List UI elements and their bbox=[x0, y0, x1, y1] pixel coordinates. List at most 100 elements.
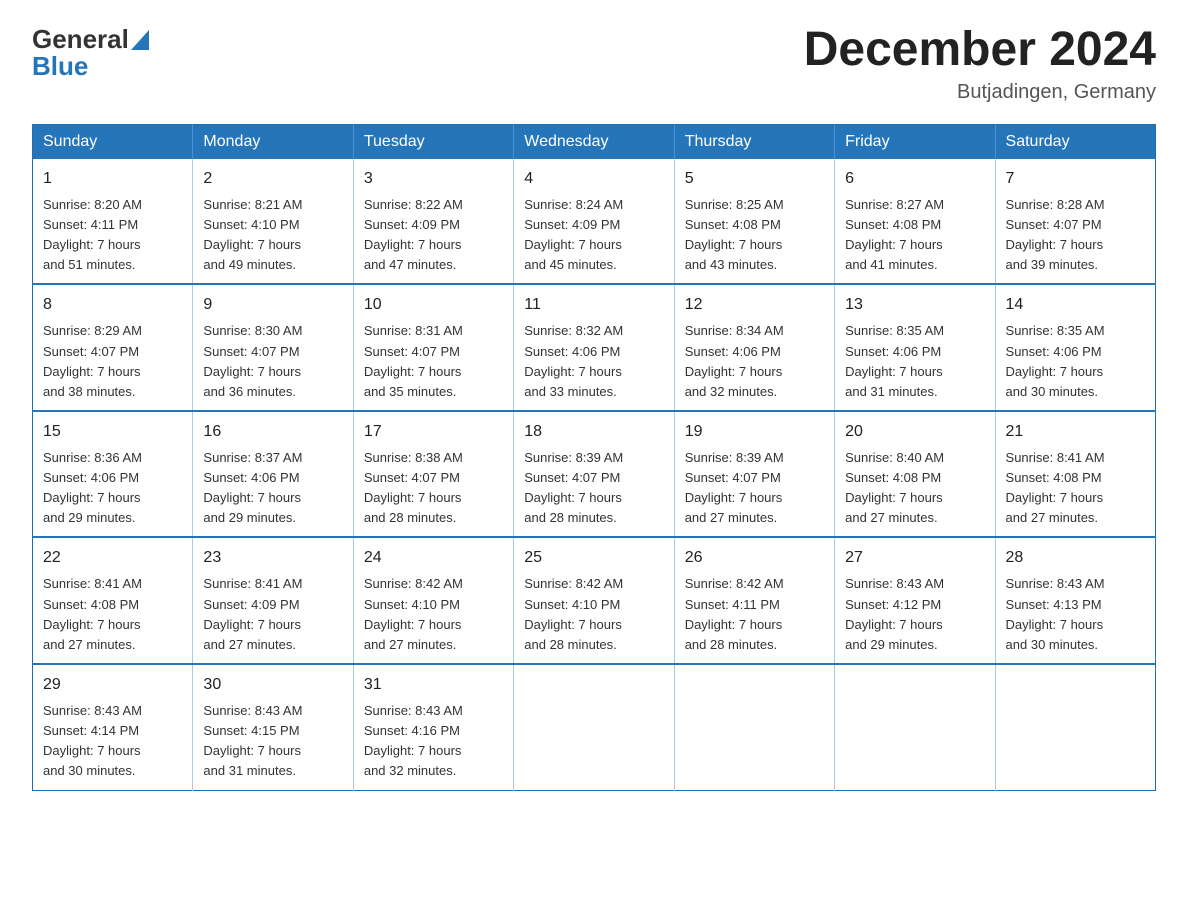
calendar-day-cell: 16 Sunrise: 8:37 AMSunset: 4:06 PMDayligh… bbox=[193, 411, 353, 538]
logo-blue-text: Blue bbox=[32, 51, 88, 82]
day-number: 4 bbox=[524, 167, 663, 191]
weekday-header-tuesday: Tuesday bbox=[353, 124, 513, 159]
weekday-header-monday: Monday bbox=[193, 124, 353, 159]
day-info: Sunrise: 8:43 AMSunset: 4:15 PMDaylight:… bbox=[203, 701, 342, 782]
day-number: 24 bbox=[364, 546, 503, 570]
weekday-header-sunday: Sunday bbox=[33, 124, 193, 159]
day-info: Sunrise: 8:24 AMSunset: 4:09 PMDaylight:… bbox=[524, 195, 663, 276]
day-info: Sunrise: 8:42 AMSunset: 4:11 PMDaylight:… bbox=[685, 574, 824, 655]
logo: General Blue bbox=[32, 24, 149, 82]
day-number: 29 bbox=[43, 673, 182, 697]
day-number: 14 bbox=[1006, 293, 1145, 317]
calendar-day-cell: 9Sunrise: 8:30 AMSunset: 4:07 PMDaylight… bbox=[193, 284, 353, 411]
calendar-day-cell: 22 Sunrise: 8:41 AMSunset: 4:08 PMDayligh… bbox=[33, 537, 193, 664]
day-number: 27 bbox=[845, 546, 984, 570]
logo-triangle-icon bbox=[131, 30, 149, 50]
day-number: 22 bbox=[43, 546, 182, 570]
calendar-day-cell: 25Sunrise: 8:42 AMSunset: 4:10 PMDayligh… bbox=[514, 537, 674, 664]
calendar-day-cell bbox=[835, 664, 995, 790]
calendar-day-cell: 5 Sunrise: 8:25 AMSunset: 4:08 PMDaylight… bbox=[674, 159, 834, 285]
day-number: 20 bbox=[845, 420, 984, 444]
day-info: Sunrise: 8:43 AMSunset: 4:16 PMDaylight:… bbox=[364, 701, 503, 782]
day-info: Sunrise: 8:28 AMSunset: 4:07 PMDaylight:… bbox=[1006, 195, 1145, 276]
calendar-day-cell: 24 Sunrise: 8:42 AMSunset: 4:10 PMDayligh… bbox=[353, 537, 513, 664]
calendar-week-row: 8 Sunrise: 8:29 AMSunset: 4:07 PMDaylight… bbox=[33, 284, 1156, 411]
calendar-day-cell bbox=[514, 664, 674, 790]
calendar-week-row: 1 Sunrise: 8:20 AMSunset: 4:11 PMDaylight… bbox=[33, 159, 1156, 285]
day-number: 5 bbox=[685, 167, 824, 191]
day-info: Sunrise: 8:30 AMSunset: 4:07 PMDaylight:… bbox=[203, 321, 342, 402]
day-number: 6 bbox=[845, 167, 984, 191]
calendar-day-cell: 6 Sunrise: 8:27 AMSunset: 4:08 PMDaylight… bbox=[835, 159, 995, 285]
calendar-day-cell: 23 Sunrise: 8:41 AMSunset: 4:09 PMDayligh… bbox=[193, 537, 353, 664]
calendar-table: SundayMondayTuesdayWednesdayThursdayFrid… bbox=[32, 124, 1156, 791]
calendar-day-cell: 12Sunrise: 8:34 AMSunset: 4:06 PMDayligh… bbox=[674, 284, 834, 411]
day-info: Sunrise: 8:39 AMSunset: 4:07 PMDaylight:… bbox=[524, 448, 663, 529]
day-number: 16 bbox=[203, 420, 342, 444]
calendar-day-cell: 13Sunrise: 8:35 AMSunset: 4:06 PMDayligh… bbox=[835, 284, 995, 411]
day-info: Sunrise: 8:43 AMSunset: 4:14 PMDaylight:… bbox=[43, 701, 182, 782]
weekday-header-friday: Friday bbox=[835, 124, 995, 159]
calendar-day-cell: 18 Sunrise: 8:39 AMSunset: 4:07 PMDayligh… bbox=[514, 411, 674, 538]
calendar-day-cell: 31 Sunrise: 8:43 AMSunset: 4:16 PMDayligh… bbox=[353, 664, 513, 790]
calendar-day-cell: 14Sunrise: 8:35 AMSunset: 4:06 PMDayligh… bbox=[995, 284, 1155, 411]
calendar-day-cell: 11 Sunrise: 8:32 AMSunset: 4:06 PMDayligh… bbox=[514, 284, 674, 411]
day-info: Sunrise: 8:41 AMSunset: 4:08 PMDaylight:… bbox=[1006, 448, 1145, 529]
day-info: Sunrise: 8:37 AMSunset: 4:06 PMDaylight:… bbox=[203, 448, 342, 529]
day-info: Sunrise: 8:40 AMSunset: 4:08 PMDaylight:… bbox=[845, 448, 984, 529]
calendar-day-cell: 26 Sunrise: 8:42 AMSunset: 4:11 PMDayligh… bbox=[674, 537, 834, 664]
page-header: General Blue December 2024 Butjadingen, … bbox=[32, 24, 1156, 104]
calendar-day-cell: 4 Sunrise: 8:24 AMSunset: 4:09 PMDaylight… bbox=[514, 159, 674, 285]
day-info: Sunrise: 8:41 AMSunset: 4:09 PMDaylight:… bbox=[203, 574, 342, 655]
calendar-day-cell: 3Sunrise: 8:22 AMSunset: 4:09 PMDaylight… bbox=[353, 159, 513, 285]
day-number: 8 bbox=[43, 293, 182, 317]
day-info: Sunrise: 8:43 AMSunset: 4:12 PMDaylight:… bbox=[845, 574, 984, 655]
day-number: 7 bbox=[1006, 167, 1145, 191]
day-info: Sunrise: 8:20 AMSunset: 4:11 PMDaylight:… bbox=[43, 195, 182, 276]
day-number: 28 bbox=[1006, 546, 1145, 570]
day-info: Sunrise: 8:31 AMSunset: 4:07 PMDaylight:… bbox=[364, 321, 503, 402]
day-number: 10 bbox=[364, 293, 503, 317]
day-number: 19 bbox=[685, 420, 824, 444]
day-number: 3 bbox=[364, 167, 503, 191]
day-number: 21 bbox=[1006, 420, 1145, 444]
day-number: 17 bbox=[364, 420, 503, 444]
location-label: Butjadingen, Germany bbox=[804, 81, 1156, 104]
calendar-day-cell: 10 Sunrise: 8:31 AMSunset: 4:07 PMDayligh… bbox=[353, 284, 513, 411]
calendar-day-cell: 27 Sunrise: 8:43 AMSunset: 4:12 PMDayligh… bbox=[835, 537, 995, 664]
calendar-day-cell bbox=[674, 664, 834, 790]
day-number: 1 bbox=[43, 167, 182, 191]
day-number: 26 bbox=[685, 546, 824, 570]
day-info: Sunrise: 8:38 AMSunset: 4:07 PMDaylight:… bbox=[364, 448, 503, 529]
day-number: 31 bbox=[364, 673, 503, 697]
calendar-week-row: 29 Sunrise: 8:43 AMSunset: 4:14 PMDayligh… bbox=[33, 664, 1156, 790]
day-number: 12 bbox=[685, 293, 824, 317]
day-info: Sunrise: 8:41 AMSunset: 4:08 PMDaylight:… bbox=[43, 574, 182, 655]
calendar-day-cell: 15Sunrise: 8:36 AMSunset: 4:06 PMDayligh… bbox=[33, 411, 193, 538]
calendar-day-cell: 28 Sunrise: 8:43 AMSunset: 4:13 PMDayligh… bbox=[995, 537, 1155, 664]
calendar-week-row: 15Sunrise: 8:36 AMSunset: 4:06 PMDayligh… bbox=[33, 411, 1156, 538]
calendar-day-cell: 1 Sunrise: 8:20 AMSunset: 4:11 PMDaylight… bbox=[33, 159, 193, 285]
calendar-day-cell bbox=[995, 664, 1155, 790]
calendar-day-cell: 20 Sunrise: 8:40 AMSunset: 4:08 PMDayligh… bbox=[835, 411, 995, 538]
weekday-header-wednesday: Wednesday bbox=[514, 124, 674, 159]
day-info: Sunrise: 8:32 AMSunset: 4:06 PMDaylight:… bbox=[524, 321, 663, 402]
day-info: Sunrise: 8:27 AMSunset: 4:08 PMDaylight:… bbox=[845, 195, 984, 276]
day-number: 25 bbox=[524, 546, 663, 570]
weekday-header-row: SundayMondayTuesdayWednesdayThursdayFrid… bbox=[33, 124, 1156, 159]
day-number: 11 bbox=[524, 293, 663, 317]
title-section: December 2024 Butjadingen, Germany bbox=[804, 24, 1156, 104]
day-info: Sunrise: 8:42 AMSunset: 4:10 PMDaylight:… bbox=[364, 574, 503, 655]
day-number: 23 bbox=[203, 546, 342, 570]
day-number: 18 bbox=[524, 420, 663, 444]
day-info: Sunrise: 8:29 AMSunset: 4:07 PMDaylight:… bbox=[43, 321, 182, 402]
day-info: Sunrise: 8:21 AMSunset: 4:10 PMDaylight:… bbox=[203, 195, 342, 276]
day-info: Sunrise: 8:43 AMSunset: 4:13 PMDaylight:… bbox=[1006, 574, 1145, 655]
weekday-header-thursday: Thursday bbox=[674, 124, 834, 159]
day-info: Sunrise: 8:35 AMSunset: 4:06 PMDaylight:… bbox=[845, 321, 984, 402]
calendar-day-cell: 2Sunrise: 8:21 AMSunset: 4:10 PMDaylight… bbox=[193, 159, 353, 285]
day-number: 30 bbox=[203, 673, 342, 697]
day-info: Sunrise: 8:25 AMSunset: 4:08 PMDaylight:… bbox=[685, 195, 824, 276]
calendar-week-row: 22 Sunrise: 8:41 AMSunset: 4:08 PMDayligh… bbox=[33, 537, 1156, 664]
calendar-day-cell: 17 Sunrise: 8:38 AMSunset: 4:07 PMDayligh… bbox=[353, 411, 513, 538]
